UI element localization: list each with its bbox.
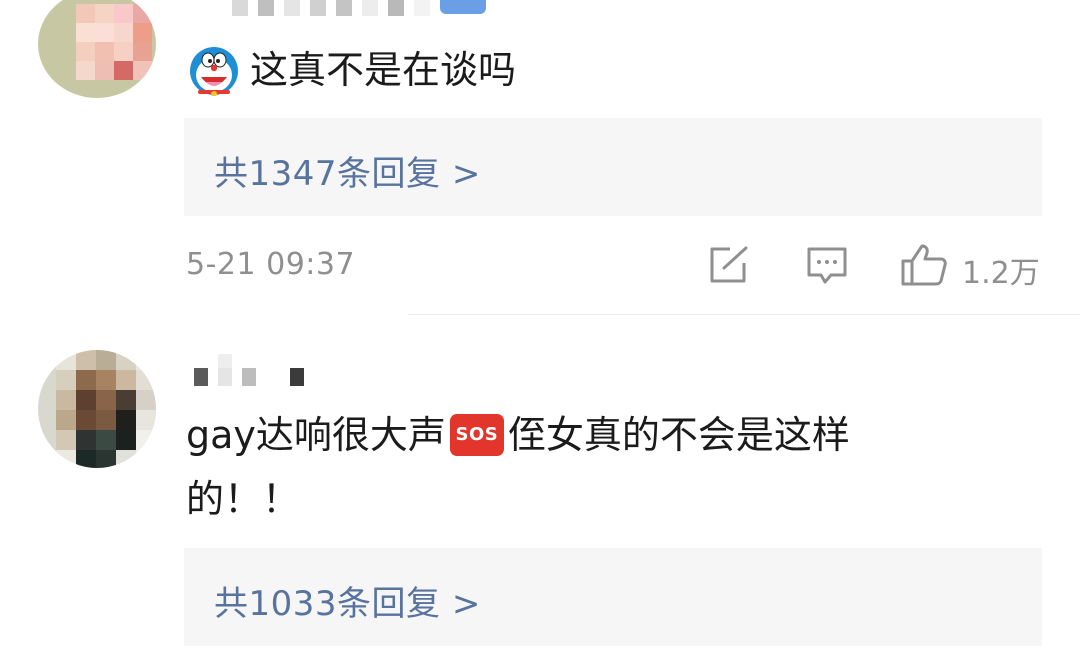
comment-text-line2: 的！！: [186, 477, 301, 521]
reply-summary-box[interactable]: 共1033条回复 >: [184, 548, 1042, 646]
like-count: 1.2万: [962, 256, 1040, 291]
comment-text-part: gay达响很大声: [186, 413, 446, 457]
thumbs-up-icon[interactable]: [900, 243, 948, 287]
comment-text-part: 侄女真的不会是这样: [507, 413, 850, 457]
sos-emoji-icon: SOS: [449, 413, 504, 456]
comment-icon[interactable]: [806, 246, 848, 286]
comment-timestamp: 5-21 09:37: [186, 247, 356, 282]
view-replies-link[interactable]: 共1033条回复 >: [214, 576, 481, 625]
username-masked[interactable]: [232, 0, 430, 16]
vip-badge-icon: [440, 0, 486, 14]
share-icon[interactable]: [708, 246, 750, 284]
divider: [408, 314, 1080, 315]
avatar[interactable]: [38, 0, 156, 98]
username-masked[interactable]: [194, 354, 304, 386]
comment-text: 这真不是在谈吗: [250, 48, 517, 92]
comment-text: gay达响很大声 SOS 侄女真的不会是这样: [186, 408, 850, 462]
avatar[interactable]: [38, 350, 156, 468]
view-replies-link[interactable]: 共1347条回复 >: [214, 146, 481, 195]
doraemon-icon: [188, 44, 240, 97]
reply-summary-box[interactable]: 共1347条回复 >: [184, 118, 1042, 216]
